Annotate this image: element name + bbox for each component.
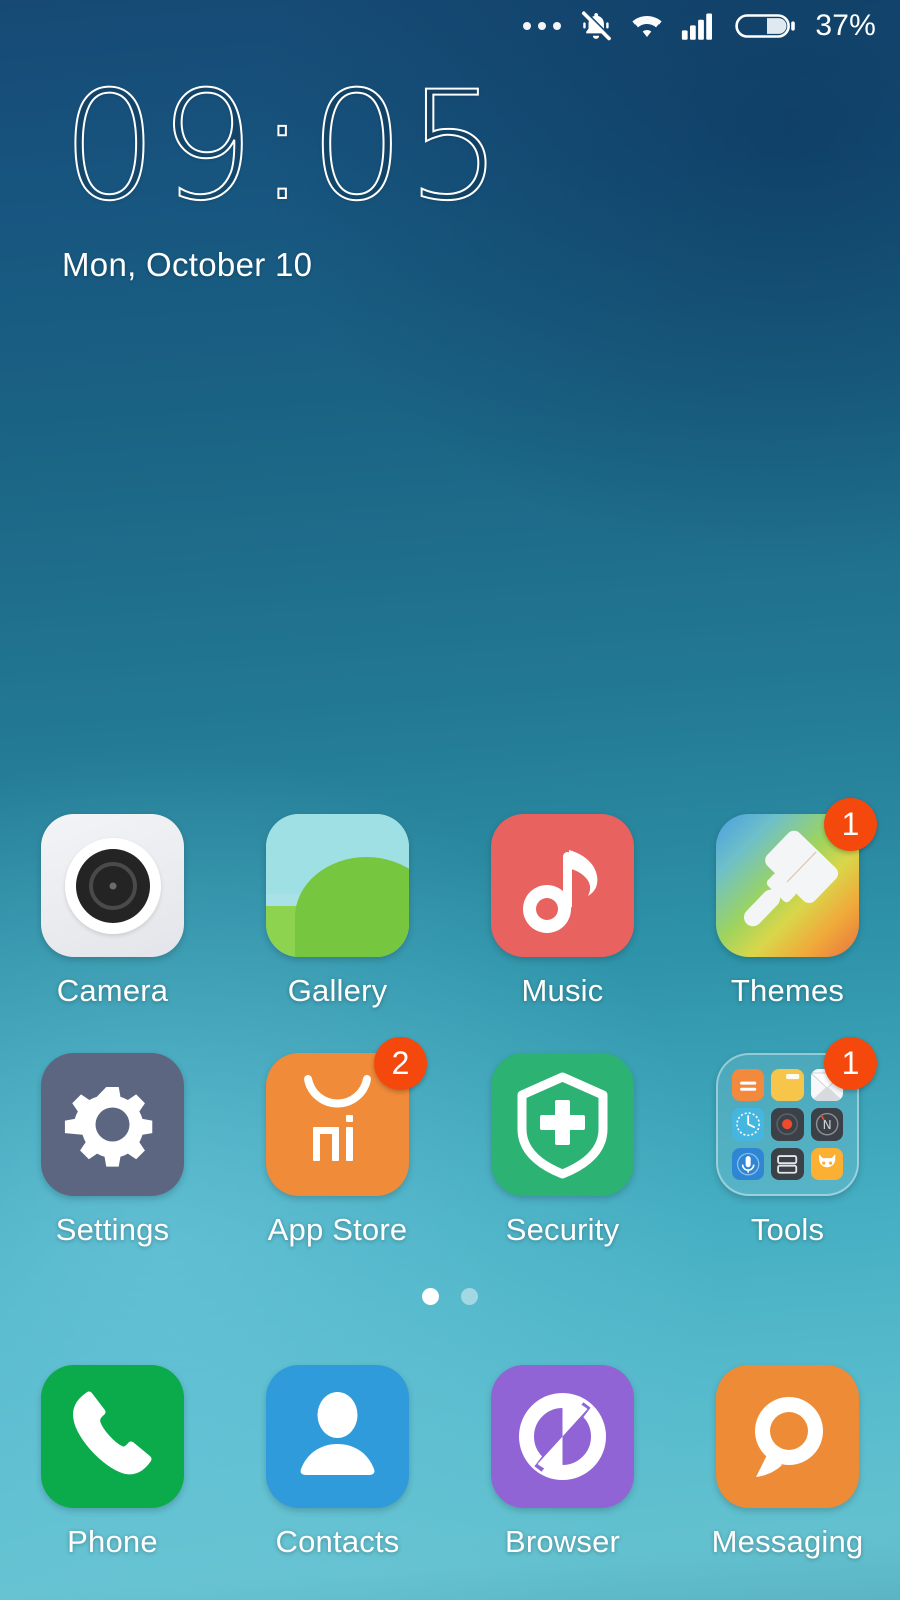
app-label-music: Music bbox=[521, 973, 604, 1008]
app-tools-folder[interactable]: N 1 Tools bbox=[675, 1037, 900, 1248]
notes-icon[interactable] bbox=[771, 1069, 804, 1102]
dock-label-contacts: Contacts bbox=[275, 1524, 400, 1559]
settings-icon-wrap bbox=[41, 1053, 184, 1196]
calculator-icon[interactable] bbox=[732, 1069, 765, 1102]
clock-time: 09:05 bbox=[61, 71, 504, 223]
app-label-security: Security bbox=[505, 1212, 620, 1247]
app-label-app-store: App Store bbox=[267, 1212, 408, 1247]
browser-icon[interactable] bbox=[491, 1365, 634, 1508]
music-icon-wrap bbox=[491, 814, 634, 957]
messaging-icon[interactable] bbox=[716, 1365, 859, 1508]
app-security[interactable]: Security bbox=[450, 1053, 675, 1248]
cellular-signal-icon bbox=[681, 11, 719, 41]
camera-icon[interactable] bbox=[41, 814, 184, 957]
contacts-icon[interactable] bbox=[266, 1365, 409, 1508]
app-row-2: Settings 2 App Store Security N 1 Tools bbox=[0, 1037, 900, 1248]
app-label-tools: Tools bbox=[750, 1212, 825, 1247]
badge-themes: 1 bbox=[824, 798, 877, 851]
dock-item-contacts[interactable]: Contacts bbox=[225, 1365, 450, 1560]
gallery-icon[interactable] bbox=[266, 814, 409, 957]
dock-item-messaging[interactable]: Messaging bbox=[675, 1365, 900, 1560]
camera-icon-wrap bbox=[41, 814, 184, 957]
app-row-1: Camera Gallery Music 1 Themes bbox=[0, 798, 900, 1009]
page-dot-2[interactable] bbox=[461, 1288, 478, 1305]
messaging-icon-wrap bbox=[716, 1365, 859, 1508]
gallery-icon-wrap bbox=[266, 814, 409, 957]
page-indicator[interactable] bbox=[0, 1288, 900, 1305]
compass-icon[interactable]: N bbox=[810, 1108, 843, 1141]
music-icon[interactable] bbox=[491, 814, 634, 957]
clock-time-value: 09:05 bbox=[61, 60, 505, 234]
home-screen: 37% 09:05 Mon, October 10 Camera Gallery… bbox=[0, 0, 900, 1600]
app-settings[interactable]: Settings bbox=[0, 1053, 225, 1248]
themes-icon-wrap: 1 bbox=[716, 798, 877, 957]
recorder-icon[interactable] bbox=[771, 1108, 804, 1141]
badge-tools: 1 bbox=[824, 1037, 877, 1090]
browser-icon-wrap bbox=[491, 1365, 634, 1508]
clock-widget[interactable]: 09:05 Mon, October 10 bbox=[61, 71, 504, 284]
tools-folder-icon-wrap: N 1 bbox=[716, 1037, 877, 1196]
more-dots-icon bbox=[523, 22, 562, 30]
app-app-store[interactable]: 2 App Store bbox=[225, 1037, 450, 1248]
page-dot-1[interactable] bbox=[422, 1288, 439, 1305]
vibrate-silent-bell-icon bbox=[579, 9, 613, 43]
clock-date: Mon, October 10 bbox=[62, 246, 313, 283]
phone-icon[interactable] bbox=[41, 1365, 184, 1508]
wifi-icon bbox=[629, 12, 665, 40]
mi-mover-icon[interactable] bbox=[810, 1147, 843, 1180]
status-bar[interactable]: 37% bbox=[0, 0, 900, 52]
app-store-icon-wrap: 2 bbox=[266, 1037, 427, 1196]
security-icon-wrap bbox=[491, 1053, 634, 1196]
screenshot-icon[interactable] bbox=[771, 1147, 804, 1180]
app-gallery[interactable]: Gallery bbox=[225, 814, 450, 1009]
dock-label-browser: Browser bbox=[504, 1524, 621, 1559]
dock-item-phone[interactable]: Phone bbox=[0, 1365, 225, 1560]
dock-item-browser[interactable]: Browser bbox=[450, 1365, 675, 1560]
dock-label-messaging: Messaging bbox=[711, 1524, 864, 1559]
camera-lens-dot bbox=[109, 882, 116, 889]
security-icon[interactable] bbox=[491, 1053, 634, 1196]
app-label-camera: Camera bbox=[56, 973, 169, 1008]
badge-app-store: 2 bbox=[374, 1037, 427, 1090]
app-themes[interactable]: 1 Themes bbox=[675, 798, 900, 1009]
app-music[interactable]: Music bbox=[450, 814, 675, 1009]
svg-text:N: N bbox=[822, 1119, 831, 1133]
dock-label-phone: Phone bbox=[67, 1524, 158, 1559]
battery-percent-label: 37% bbox=[815, 9, 876, 42]
app-camera[interactable]: Camera bbox=[0, 814, 225, 1009]
dock: Phone Contacts Browser Messaging bbox=[0, 1365, 900, 1560]
app-label-themes: Themes bbox=[730, 973, 845, 1008]
phone-icon-wrap bbox=[41, 1365, 184, 1508]
settings-icon[interactable] bbox=[41, 1053, 184, 1196]
voice-memo-icon[interactable] bbox=[732, 1147, 765, 1180]
contacts-icon-wrap bbox=[266, 1365, 409, 1508]
clock-icon[interactable] bbox=[732, 1108, 765, 1141]
app-label-settings: Settings bbox=[55, 1212, 170, 1247]
app-label-gallery: Gallery bbox=[287, 973, 388, 1008]
battery-icon bbox=[735, 10, 797, 42]
